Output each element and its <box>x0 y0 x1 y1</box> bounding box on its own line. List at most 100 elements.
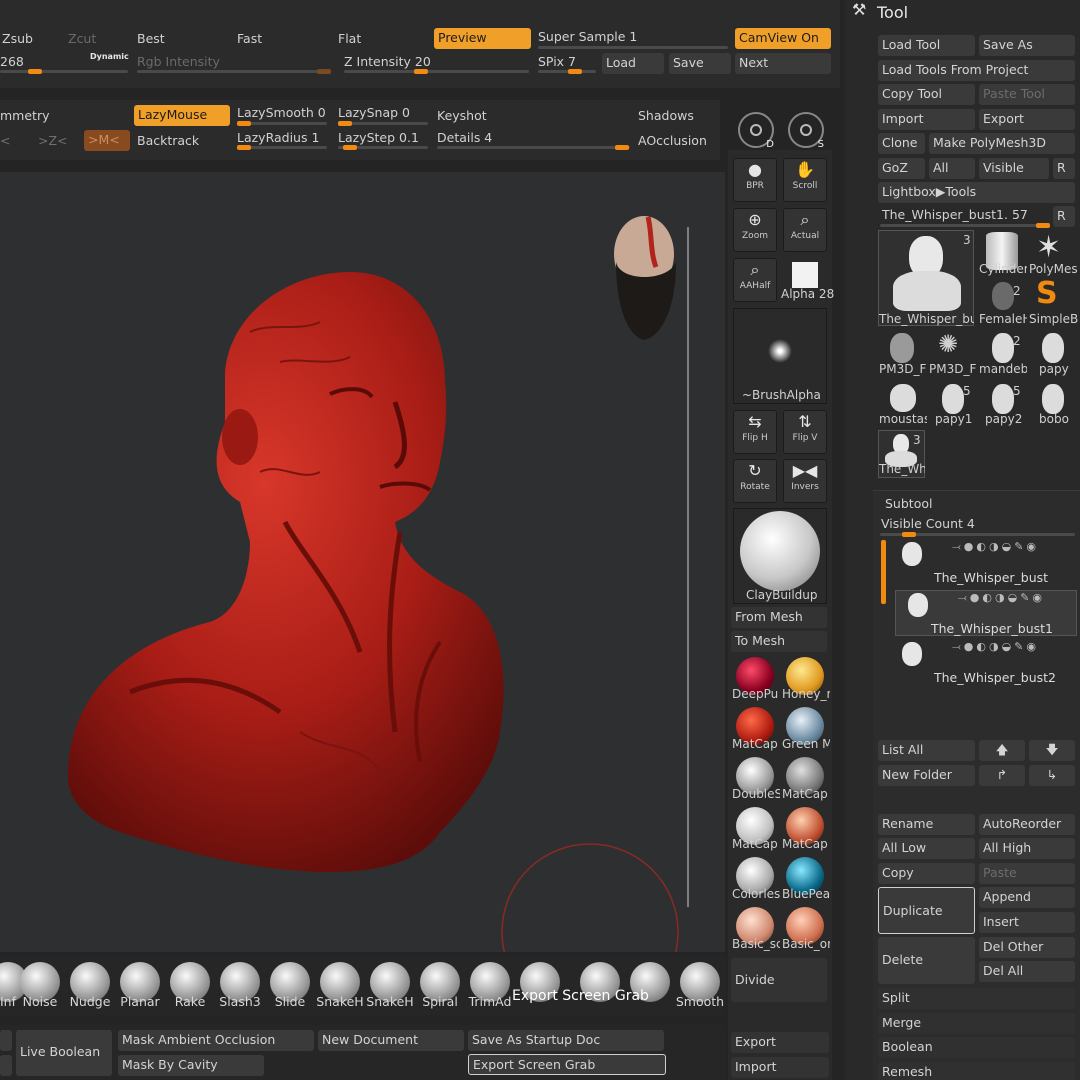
lightbox-tools-button[interactable]: Lightbox▶Tools <box>878 182 1075 203</box>
rotate-button[interactable]: ↻ Rotate <box>733 459 777 503</box>
lazysnap-slider[interactable]: LazySnap 0 <box>338 105 410 120</box>
r-button-2[interactable]: R <box>1053 206 1075 227</box>
z-axis-button[interactable]: >Z< <box>38 133 68 148</box>
symmetry-label[interactable]: mmetry <box>0 108 49 123</box>
live-boolean-button[interactable]: Live Boolean <box>16 1030 112 1076</box>
actual-button[interactable]: ⌕ Actual <box>783 208 827 252</box>
mandeb-head-icon[interactable] <box>992 333 1014 363</box>
simplebrush-s-icon[interactable]: S <box>1036 276 1058 311</box>
pm3d-creature-icon[interactable]: ✺ <box>938 330 958 358</box>
tool-title[interactable]: Tool <box>877 3 908 22</box>
lazyradius-slider[interactable]: LazyRadius 1 <box>237 130 319 145</box>
aahalf-button[interactable]: ⌕ AAHalf <box>733 258 777 302</box>
bpr-button[interactable]: ● BPR <box>733 158 777 202</box>
delete-button[interactable]: Delete <box>878 937 975 984</box>
best-button[interactable]: Best <box>137 31 165 46</box>
rename-button[interactable]: Rename <box>878 814 975 835</box>
append-button[interactable]: Append <box>979 887 1075 908</box>
copy-tool-button[interactable]: Copy Tool <box>878 84 975 105</box>
boolean-button[interactable]: Boolean <box>878 1037 1075 1058</box>
scroll-button[interactable]: ✋ Scroll <box>783 158 827 202</box>
lazyradius-track[interactable] <box>237 145 327 150</box>
super-sample-track[interactable] <box>538 46 728 49</box>
alpha-swatch[interactable] <box>792 262 818 288</box>
left-edge-button[interactable] <box>0 1055 12 1076</box>
list-all-button[interactable]: List All <box>878 740 975 761</box>
lazymouse-button[interactable]: LazyMouse <box>134 105 230 126</box>
current-tool-slider[interactable]: The_Whisper_bust1. 57 <box>882 207 1028 222</box>
arrow-up-icon[interactable]: 🡅 <box>979 740 1025 761</box>
super-sample-slider[interactable]: Super Sample 1 <box>538 29 637 44</box>
z-intensity-slider[interactable]: Z Intensity 20 <box>344 54 431 69</box>
papy1-head-icon[interactable] <box>942 384 964 414</box>
invers-button[interactable]: ▶◀ Invers <box>783 459 827 503</box>
subtool-toggles-icon[interactable]: ⤙●◐◑◒✎◉ <box>952 640 1039 654</box>
fast-button[interactable]: Fast <box>237 31 262 46</box>
tool-import-button[interactable]: Import <box>878 109 975 130</box>
fliph-button[interactable]: ⇆ Flip H <box>733 410 777 454</box>
all-button[interactable]: All <box>929 158 975 179</box>
viewport-canvas[interactable] <box>0 172 725 1021</box>
visible-count-slider[interactable]: Visible Count 4 <box>881 516 975 531</box>
rgb-intensity-slider[interactable]: Rgb Intensity <box>137 54 220 69</box>
save-startup-button[interactable]: Save As Startup Doc <box>468 1030 664 1051</box>
polymesh-star-icon[interactable]: ✶ <box>1036 230 1061 265</box>
load-tool-button[interactable]: Load Tool <box>878 35 975 56</box>
load-button[interactable]: Load <box>602 53 664 74</box>
paste-tool-button[interactable]: Paste Tool <box>979 84 1075 105</box>
zcut-button[interactable]: Zcut <box>68 31 96 46</box>
all-high-button[interactable]: All High <box>979 838 1075 859</box>
camera-d-icon[interactable]: D <box>738 112 774 150</box>
shadows-button[interactable]: Shadows <box>638 108 694 123</box>
move-right-icon[interactable]: ↱ <box>979 765 1025 786</box>
femaleh-icon[interactable] <box>992 282 1014 310</box>
autoreorder-button[interactable]: AutoReorder <box>979 814 1075 835</box>
camera-s-icon[interactable]: S <box>788 112 824 150</box>
r-button[interactable]: R <box>1053 158 1075 179</box>
subtool-title[interactable]: Subtool <box>885 496 932 511</box>
visible-button[interactable]: Visible <box>979 158 1049 179</box>
next-button[interactable]: Next <box>735 53 831 74</box>
draw-size-slider[interactable] <box>0 69 128 74</box>
rgb-intensity-track[interactable] <box>137 69 331 74</box>
z-intensity-track[interactable] <box>344 69 529 74</box>
insert-button[interactable]: Insert <box>979 912 1075 933</box>
copy-button[interactable]: Copy <box>878 863 975 884</box>
mask-ao-button[interactable]: Mask Ambient Occlusion <box>118 1030 314 1051</box>
split-button[interactable]: Split <box>878 988 1075 1009</box>
move-down-right-icon[interactable]: ↳ <box>1029 765 1075 786</box>
visible-count-track[interactable] <box>880 532 1075 537</box>
left-edge-button[interactable] <box>0 1030 12 1051</box>
lazystep-track[interactable] <box>338 145 428 150</box>
subtool-item[interactable]: ⤙●◐◑◒✎◉ The_Whisper_bust <box>890 540 1075 586</box>
new-folder-button[interactable]: New Folder <box>878 765 975 786</box>
from-mesh-button[interactable]: From Mesh <box>731 607 827 628</box>
keyshot-button[interactable]: Keyshot <box>437 108 487 123</box>
clone-button[interactable]: Clone <box>878 133 925 154</box>
lazystep-slider[interactable]: LazyStep 0.1 <box>338 130 419 145</box>
make-polymesh-button[interactable]: Make PolyMesh3D <box>929 133 1075 154</box>
lazysmooth-track[interactable] <box>237 121 327 126</box>
export-screen-grab-button[interactable]: Export Screen Grab <box>468 1054 666 1075</box>
spix-track[interactable] <box>538 69 596 74</box>
m-axis-button[interactable]: >M< <box>84 130 130 151</box>
preview-button[interactable]: Preview <box>434 28 531 49</box>
details-slider[interactable]: Details 4 <box>437 130 492 145</box>
pm3d-head-icon[interactable] <box>890 333 914 363</box>
to-mesh-button[interactable]: To Mesh <box>731 631 827 652</box>
aocclusion-button[interactable]: AOcclusion <box>638 133 707 148</box>
import-button[interactable]: Import <box>731 1057 829 1078</box>
paste-button[interactable]: Paste <box>979 863 1075 884</box>
remesh-button[interactable]: Remesh <box>878 1062 1075 1080</box>
subtool-item[interactable]: ⤙●◐◑◒✎◉ The_Whisper_bust2 <box>890 640 1075 686</box>
del-all-button[interactable]: Del All <box>979 961 1075 982</box>
backtrack-button[interactable]: Backtrack <box>137 133 199 148</box>
merge-button[interactable]: Merge <box>878 1013 1075 1034</box>
moustas-head-icon[interactable] <box>890 384 916 412</box>
flipv-button[interactable]: ⇅ Flip V <box>783 410 827 454</box>
save-as-button[interactable]: Save As <box>979 35 1075 56</box>
spix-slider[interactable]: SPix 7 <box>538 54 576 69</box>
camview-button[interactable]: CamView On <box>735 28 831 49</box>
save-button[interactable]: Save <box>669 53 731 74</box>
all-low-button[interactable]: All Low <box>878 838 975 859</box>
